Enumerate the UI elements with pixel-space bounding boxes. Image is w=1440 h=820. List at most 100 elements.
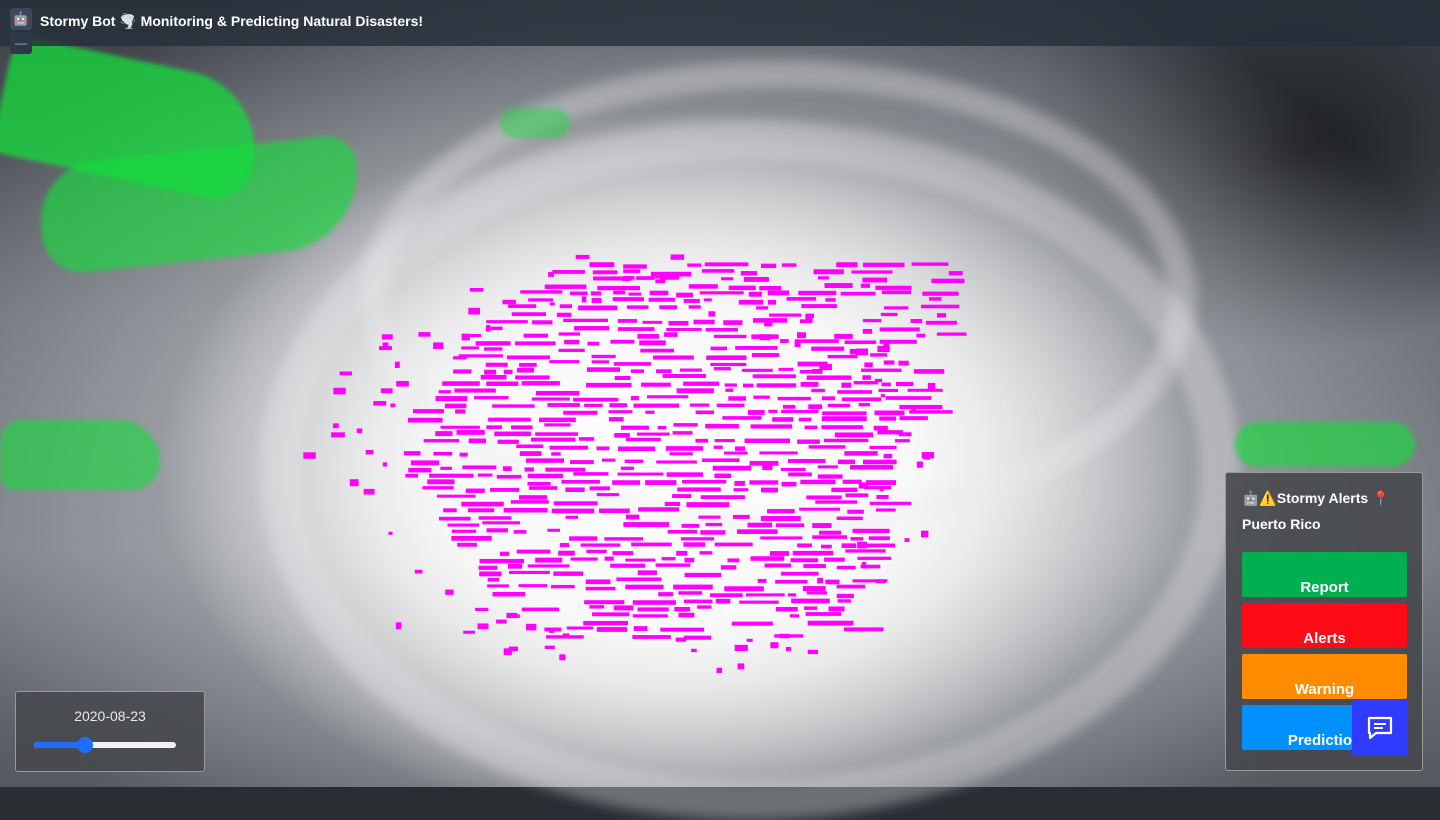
rain-streak [662, 374, 706, 378]
rain-streak [756, 306, 769, 310]
rain-streak [502, 299, 516, 305]
rain-streak [727, 558, 740, 563]
rain-streak [653, 355, 694, 360]
rain-streak [759, 451, 798, 455]
rain-streak [673, 423, 698, 427]
rain-streak [617, 319, 637, 323]
rain-streak [438, 516, 471, 521]
rain-streak [836, 584, 866, 589]
rain-streak [858, 403, 871, 407]
rain-speck [496, 619, 507, 624]
rain-streak [435, 431, 453, 437]
rain-streak [794, 339, 839, 343]
rain-streak [506, 355, 550, 360]
rain-streak [639, 340, 666, 346]
rain-streak [665, 446, 704, 451]
rain-streak [457, 542, 477, 547]
rain-streak [710, 346, 728, 351]
rain-streak [720, 565, 737, 570]
rain-speck [862, 328, 873, 334]
rain-streak [478, 565, 498, 570]
rain-streak [658, 592, 673, 597]
rain-streak [656, 460, 697, 464]
rain-streak [545, 467, 586, 472]
satellite-map[interactable] [0, 0, 1440, 820]
rain-streak [870, 353, 888, 357]
rain-streak [632, 614, 668, 618]
rain-streak [632, 635, 671, 639]
alerts-button[interactable]: Alerts [1242, 603, 1407, 648]
rain-streak [733, 488, 749, 492]
rain-streak [750, 424, 793, 429]
rain-streak [815, 500, 858, 504]
rain-streak [479, 558, 525, 564]
rain-streak [824, 557, 845, 562]
rain-streak [604, 556, 614, 561]
rain-streak [799, 507, 840, 511]
rain-streak [700, 530, 726, 535]
rain-streak [881, 290, 912, 295]
alerts-title: 🤖⚠️Stormy Alerts 📍 [1242, 490, 1390, 506]
rain-speck [549, 302, 555, 306]
rain-streak [806, 495, 842, 500]
rain-streak [510, 500, 549, 504]
rain-speck [468, 307, 480, 315]
rain-streak [811, 346, 845, 351]
rain-streak [734, 480, 745, 486]
rain-streak [827, 354, 858, 359]
rain-streak [451, 529, 477, 533]
rain-streak [762, 465, 773, 471]
rain-speck [858, 482, 869, 489]
rain-streak [876, 494, 889, 499]
rain-streak [440, 466, 452, 470]
rain-streak [780, 339, 789, 344]
rain-streak [885, 396, 932, 400]
warning-button[interactable]: Warning [1242, 654, 1407, 699]
rain-streak [752, 374, 796, 379]
rain-streak [528, 298, 554, 302]
rain-speck [356, 428, 363, 434]
rain-speck [373, 401, 387, 406]
rain-speck [861, 562, 867, 569]
robot-icon[interactable]: 🤖 [10, 8, 32, 30]
rain-streak [527, 473, 563, 479]
rain-speck [920, 530, 929, 538]
rain-streak [649, 290, 669, 296]
rain-streak [610, 339, 635, 344]
rain-streak [544, 284, 587, 289]
rain-streak [641, 382, 671, 387]
rain-speck [548, 629, 555, 633]
report-button[interactable]: Report [1242, 552, 1407, 597]
rain-streak [744, 438, 791, 443]
rain-streak [626, 514, 640, 520]
rain-streak [642, 320, 663, 324]
rain-streak [539, 417, 576, 423]
slider-thumb[interactable] [77, 737, 94, 753]
rain-streak [589, 262, 615, 267]
rain-streak [478, 516, 512, 520]
rain-speck [331, 432, 345, 438]
rain-streak [633, 403, 680, 408]
rain-streak [580, 543, 621, 547]
rain-streak [592, 270, 618, 275]
zoom-out-button[interactable]: — [10, 32, 32, 54]
rain-streak [486, 381, 519, 386]
rain-streak [496, 474, 522, 479]
rain-streak [677, 487, 721, 492]
rain-streak [625, 584, 664, 590]
rain-speck [794, 341, 801, 347]
date-slider[interactable] [34, 737, 176, 753]
rain-streak [764, 563, 792, 568]
rain-streak [695, 438, 709, 443]
rain-streak [693, 319, 715, 325]
rain-streak [792, 550, 834, 556]
rain-streak [684, 572, 722, 578]
rain-streak [862, 319, 882, 323]
rain-speck [414, 569, 423, 574]
rain-streak [841, 397, 882, 402]
rain-streak [578, 305, 618, 311]
rain-streak [894, 439, 910, 443]
rain-streak [655, 563, 691, 567]
chat-button[interactable] [1352, 700, 1408, 756]
rain-streak [836, 516, 863, 521]
